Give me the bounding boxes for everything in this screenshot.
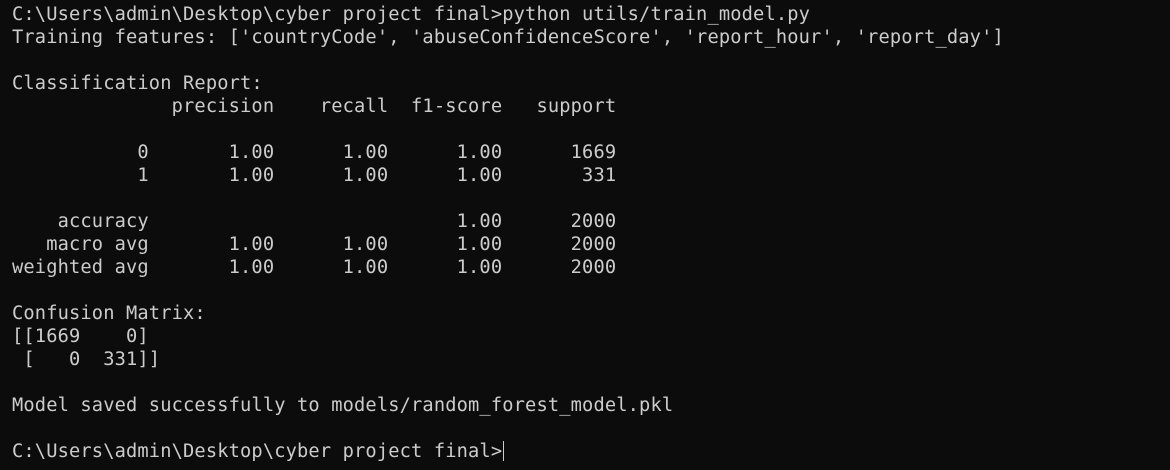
prompt-text: C:\Users\admin\Desktop\cyber project fin… <box>12 441 503 462</box>
command-line: C:\Users\admin\Desktop\cyber project fin… <box>12 4 811 25</box>
confusion-matrix-heading: Confusion Matrix: <box>12 303 206 324</box>
classification-report-heading: Classification Report: <box>12 73 263 94</box>
training-features-line: Training features: ['countryCode', 'abus… <box>12 27 1004 48</box>
report-row-accuracy: accuracy 1.00 2000 <box>12 211 617 232</box>
text-cursor <box>503 441 505 461</box>
confusion-matrix-row-1: [ 0 331]] <box>12 349 161 370</box>
report-row-macro-avg: macro avg 1.00 1.00 1.00 2000 <box>12 234 617 255</box>
prompt-line[interactable]: C:\Users\admin\Desktop\cyber project fin… <box>12 440 1170 463</box>
report-row-class-0: 0 1.00 1.00 1.00 1669 <box>12 142 617 163</box>
report-row-class-1: 1 1.00 1.00 1.00 331 <box>12 165 617 186</box>
model-saved-message: Model saved successfully to models/rando… <box>12 395 674 416</box>
report-row-weighted-avg: weighted avg 1.00 1.00 1.00 2000 <box>12 257 617 278</box>
terminal-window[interactable]: C:\Users\admin\Desktop\cyber project fin… <box>0 0 1170 470</box>
report-header-row: precision recall f1-score support <box>12 96 617 117</box>
confusion-matrix-row-0: [[1669 0] <box>12 326 149 347</box>
